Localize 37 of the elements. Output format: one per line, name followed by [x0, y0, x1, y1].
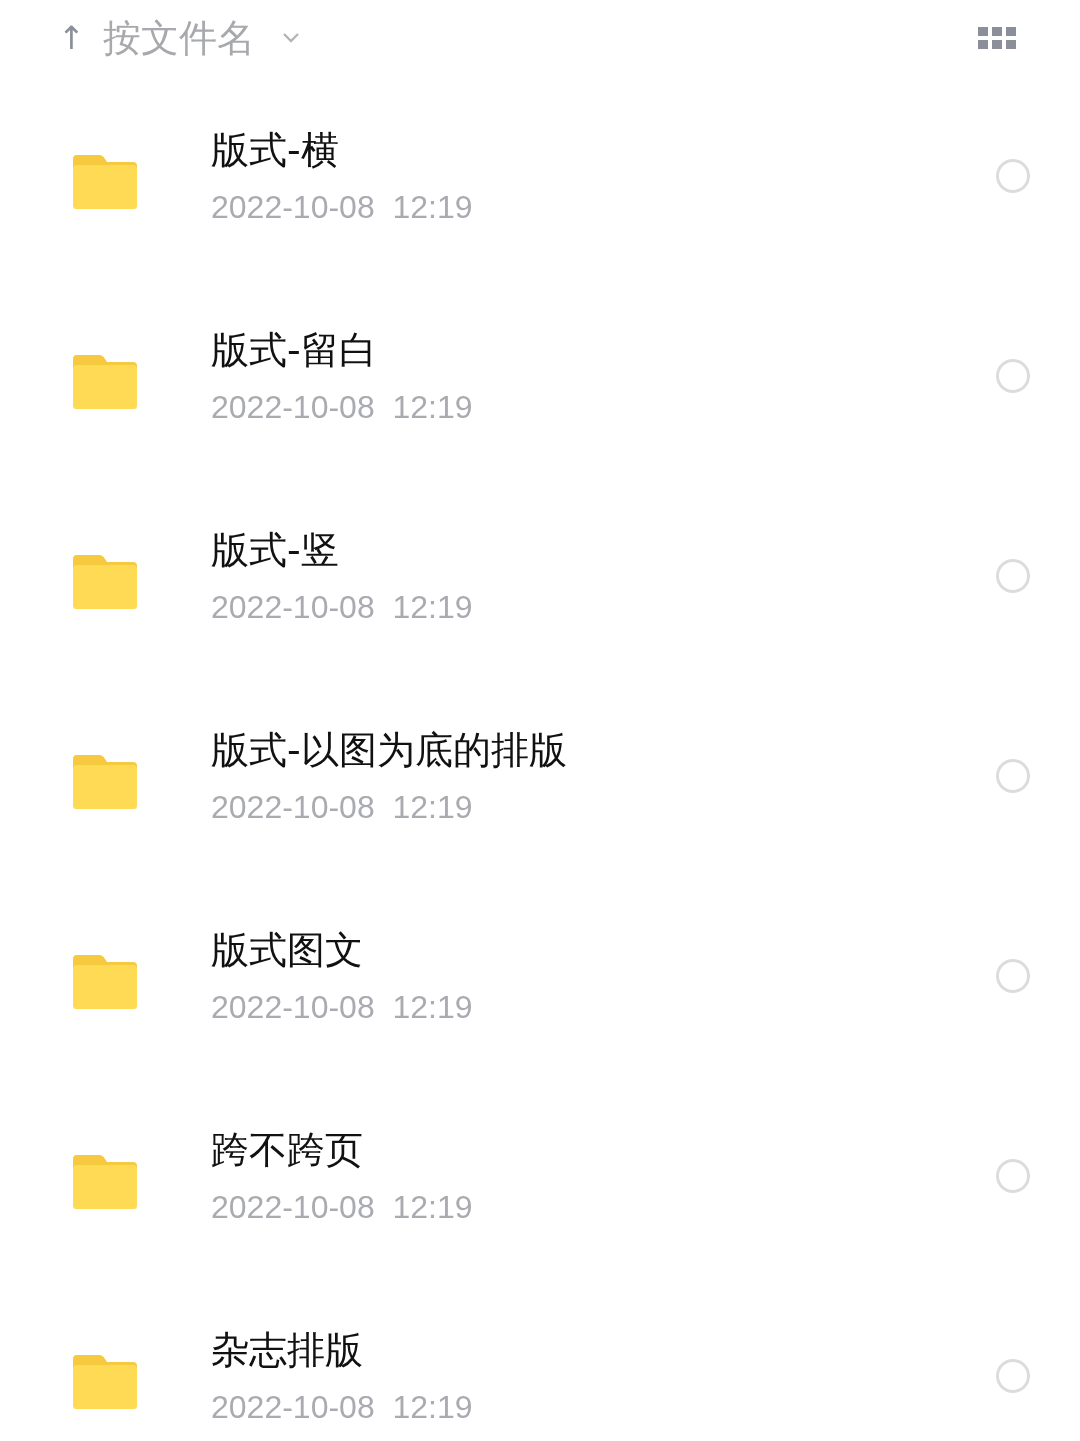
- file-row[interactable]: 版式图文 2022-10-08 12:19: [0, 876, 1080, 1076]
- select-radio[interactable]: [996, 1359, 1030, 1393]
- file-row[interactable]: 版式-竖 2022-10-08 12:19: [0, 476, 1080, 676]
- folder-icon: [73, 1353, 137, 1409]
- file-name: 版式-以图为底的排版: [211, 727, 568, 774]
- file-row[interactable]: 版式-横 2022-10-08 12:19: [0, 76, 1080, 276]
- folder-icon: [73, 753, 137, 809]
- select-radio[interactable]: [996, 759, 1030, 793]
- chevron-down-icon: [280, 32, 301, 44]
- select-radio[interactable]: [996, 959, 1030, 993]
- file-name: 版式-横: [211, 127, 340, 174]
- file-date: 2022-10-08 12:19: [211, 788, 474, 826]
- file-date: 2022-10-08 12:19: [211, 588, 474, 626]
- file-row[interactable]: 版式-留白 2022-10-08 12:19: [0, 276, 1080, 476]
- folder-icon: [73, 553, 137, 609]
- file-name: 版式图文: [211, 927, 364, 974]
- folder-icon: [73, 953, 137, 1009]
- file-date: 2022-10-08 12:19: [211, 388, 474, 426]
- file-date: 2022-10-08 12:19: [211, 1388, 474, 1426]
- select-radio[interactable]: [996, 359, 1030, 393]
- file-date: 2022-10-08 12:19: [211, 1188, 474, 1226]
- file-name: 杂志排版: [211, 1327, 364, 1374]
- select-radio[interactable]: [996, 559, 1030, 593]
- file-row[interactable]: 杂志排版 2022-10-08 12:19: [0, 1276, 1080, 1441]
- grid-view-icon[interactable]: [978, 26, 1016, 50]
- file-row[interactable]: 版式-以图为底的排版 2022-10-08 12:19: [0, 676, 1080, 876]
- file-name: 版式-留白: [211, 327, 378, 374]
- folder-icon: [73, 353, 137, 409]
- file-row[interactable]: 跨不跨页 2022-10-08 12:19: [0, 1076, 1080, 1276]
- file-name: 版式-竖: [211, 527, 340, 574]
- file-date: 2022-10-08 12:19: [211, 188, 474, 226]
- select-radio[interactable]: [996, 1159, 1030, 1193]
- file-date: 2022-10-08 12:19: [211, 988, 474, 1026]
- folder-icon: [73, 1153, 137, 1209]
- folder-icon: [73, 153, 137, 209]
- select-radio[interactable]: [996, 159, 1030, 193]
- file-name: 跨不跨页: [211, 1127, 364, 1174]
